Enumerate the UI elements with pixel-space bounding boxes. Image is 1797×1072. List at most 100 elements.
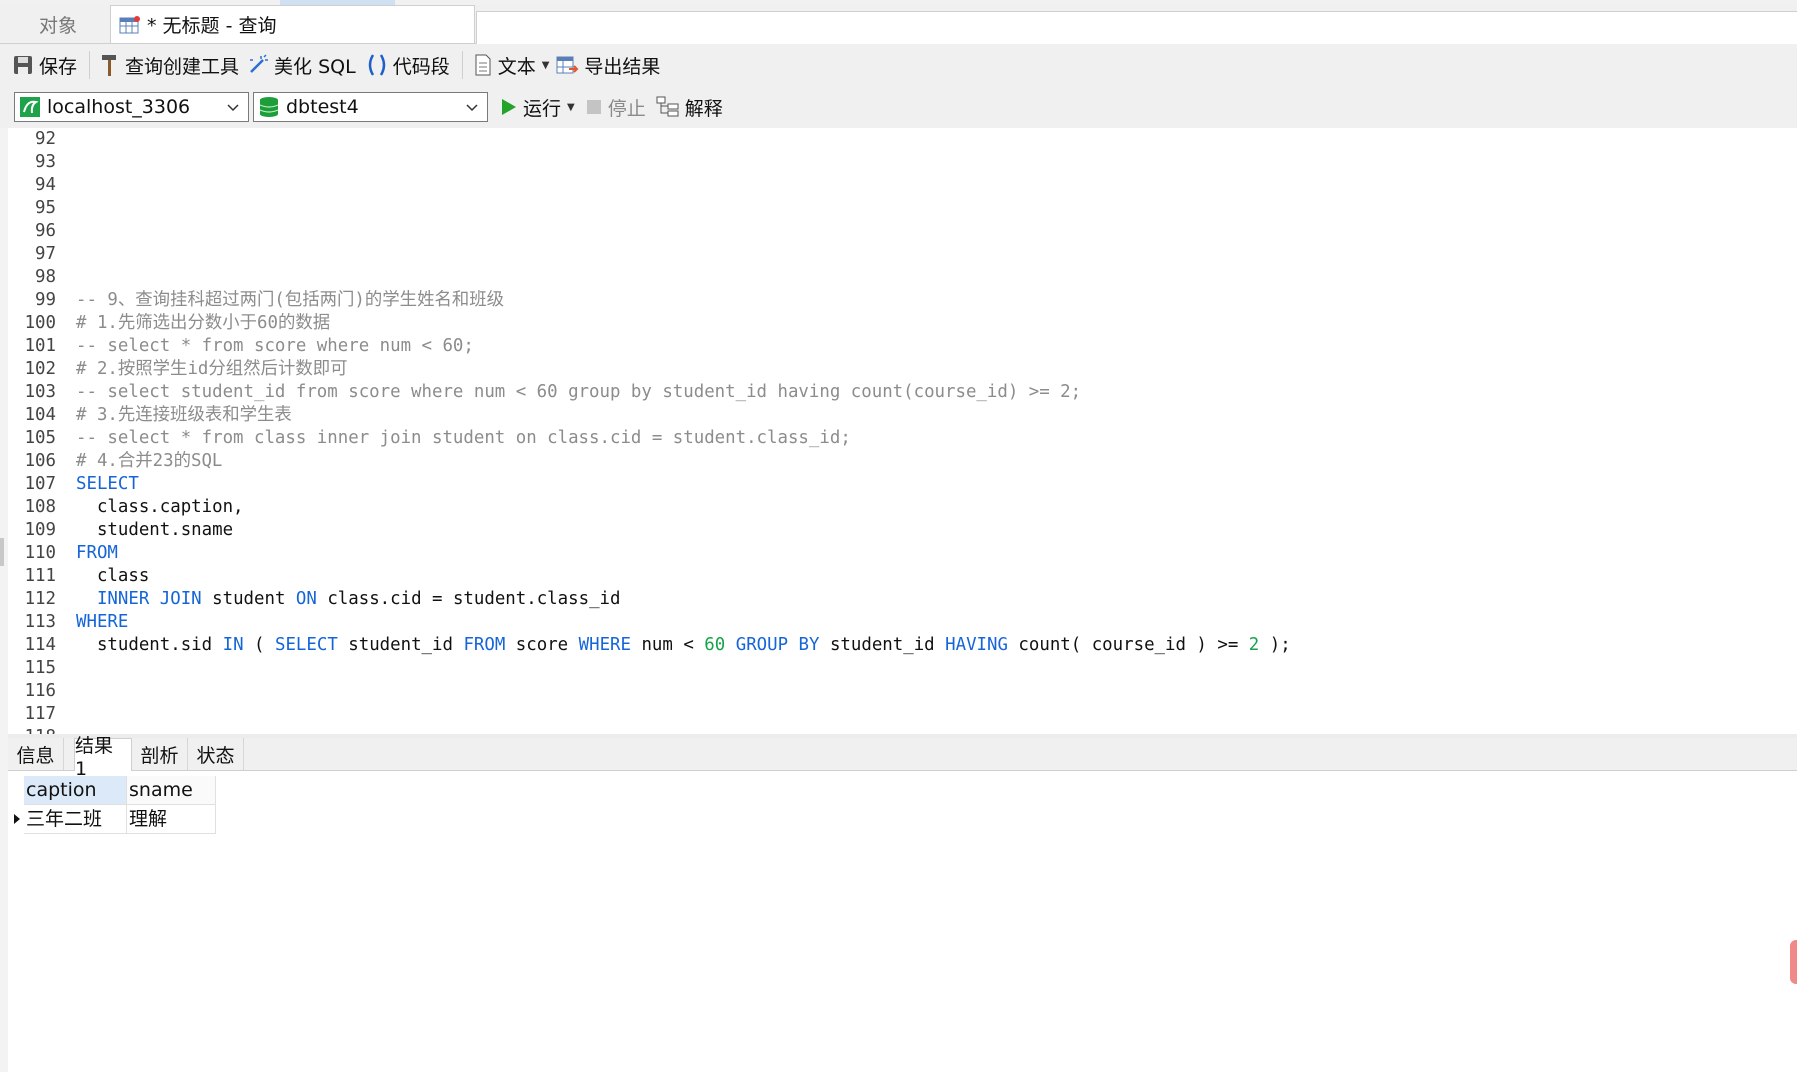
run-dropdown-caret[interactable]: ▼ bbox=[567, 102, 575, 113]
code-line[interactable]: 101 -- select * from score where num < 60… bbox=[8, 335, 474, 358]
code-text: WHERE bbox=[76, 611, 128, 634]
database-select[interactable]: dbtest4 bbox=[253, 92, 488, 122]
code-line[interactable]: 96 bbox=[8, 220, 56, 243]
code-line[interactable]: 112 INNER JOIN student ON class.cid = st… bbox=[8, 588, 621, 611]
column-header-sname[interactable]: sname bbox=[127, 776, 216, 805]
code-line[interactable]: 105 -- select * from class inner join stu… bbox=[8, 427, 851, 450]
code-line[interactable]: 98 bbox=[8, 266, 56, 289]
code-line[interactable]: 100 # 1.先筛选出分数小于60的数据 bbox=[8, 312, 331, 335]
code-token: score bbox=[505, 635, 579, 655]
line-number: 92 bbox=[35, 129, 56, 149]
grid-corner bbox=[8, 776, 24, 805]
code-line[interactable]: 92 bbox=[8, 128, 56, 151]
result-tab-bar: 信息 结果 1 剖析 状态 bbox=[8, 735, 1797, 780]
column-header-caption[interactable]: caption bbox=[24, 776, 127, 805]
line-number: 116 bbox=[24, 681, 56, 701]
code-text: student.sname bbox=[76, 519, 233, 542]
code-line[interactable]: 114 student.sid IN ( SELECT student_id F… bbox=[8, 634, 1291, 657]
result-grid[interactable]: caption sname 三年二班 理解 bbox=[8, 776, 216, 834]
tab-profile[interactable]: 剖析 bbox=[132, 738, 188, 770]
line-number: 101 bbox=[24, 336, 56, 356]
code-line[interactable]: 110 FROM bbox=[8, 542, 118, 565]
code-line[interactable]: 99 -- 9、查询挂科超过两门(包括两门)的学生姓名和班级 bbox=[8, 289, 504, 312]
query-builder-button[interactable]: 查询创建工具 bbox=[100, 52, 239, 79]
code-line[interactable]: 115 bbox=[8, 657, 56, 680]
code-line[interactable]: 94 bbox=[8, 174, 56, 197]
code-line[interactable]: 103 -- select student_id from score where… bbox=[8, 381, 1082, 404]
cell-sname[interactable]: 理解 bbox=[127, 805, 216, 834]
code-text: # 3.先连接班级表和学生表 bbox=[76, 404, 292, 427]
explain-label: 解释 bbox=[684, 97, 723, 120]
code-line[interactable]: 107 SELECT bbox=[8, 473, 139, 496]
tab-status[interactable]: 状态 bbox=[188, 738, 244, 770]
connection-select[interactable]: localhost_3306 bbox=[14, 92, 249, 122]
code-line[interactable]: 93 bbox=[8, 151, 56, 174]
code-token: GROUP BY bbox=[735, 635, 820, 655]
code-token: ( bbox=[243, 635, 275, 655]
tab-objects[interactable]: 对象 bbox=[8, 5, 108, 43]
row-selector[interactable] bbox=[8, 805, 24, 834]
beautify-sql-button[interactable]: 美化 SQL bbox=[247, 52, 356, 79]
query-table-icon bbox=[119, 15, 141, 35]
play-icon bbox=[502, 99, 516, 115]
code-line[interactable]: 113 WHERE bbox=[8, 611, 129, 634]
code-token: class bbox=[76, 566, 150, 586]
cell-caption[interactable]: 三年二班 bbox=[24, 805, 127, 834]
code-line[interactable]: 104 # 3.先连接班级表和学生表 bbox=[8, 404, 292, 427]
code-line[interactable]: 111 class bbox=[8, 565, 150, 588]
code-line[interactable]: 106 # 4.合并23的SQL bbox=[8, 450, 223, 473]
code-token: HAVING bbox=[945, 635, 1008, 655]
code-line[interactable]: 118 bbox=[8, 726, 56, 734]
code-line[interactable]: 95 bbox=[8, 197, 56, 220]
table-row[interactable]: 三年二班 理解 bbox=[8, 805, 216, 834]
line-number: 112 bbox=[24, 589, 56, 609]
stop-button[interactable]: 停止 bbox=[585, 94, 646, 121]
tab-query[interactable]: * 无标题 - 查询 bbox=[110, 5, 475, 43]
code-token: class.caption, bbox=[76, 497, 244, 517]
code-line[interactable]: 102 # 2.按照学生id分组然后计数即可 bbox=[8, 358, 348, 381]
sql-editor[interactable]: 92 93 94 95 96 97 98 99 -- 9、查询挂科超过两门(包括两门)的学生姓名… bbox=[8, 128, 1797, 734]
tab-info[interactable]: 信息 bbox=[8, 738, 64, 770]
document-tab-bar: 对象 * 无标题 - 查询 bbox=[0, 5, 1797, 44]
panel-resize-handle[interactable] bbox=[0, 538, 4, 566]
stop-label: 停止 bbox=[607, 97, 646, 120]
line-number: 98 bbox=[35, 267, 56, 287]
code-token: SELECT bbox=[76, 474, 139, 494]
code-line[interactable]: 116 bbox=[8, 680, 56, 703]
toolbar-divider bbox=[89, 51, 91, 79]
line-number: 108 bbox=[24, 497, 56, 517]
explain-button[interactable]: 解释 bbox=[656, 94, 723, 121]
code-text: # 2.按照学生id分组然后计数即可 bbox=[76, 358, 348, 381]
query-builder-label: 查询创建工具 bbox=[125, 55, 240, 78]
text-mode-dropdown-caret[interactable]: ▼ bbox=[542, 60, 550, 71]
code-line[interactable]: 97 bbox=[8, 243, 56, 266]
tab-result-1[interactable]: 结果 1 bbox=[74, 735, 132, 780]
code-token: SELECT bbox=[274, 635, 338, 655]
code-line[interactable]: 109 student.sname bbox=[8, 519, 233, 542]
code-snippet-label: 代码段 bbox=[392, 55, 450, 78]
line-number: 96 bbox=[35, 221, 56, 241]
text-mode-label: 文本 bbox=[497, 55, 536, 78]
line-number: 106 bbox=[24, 451, 56, 471]
save-icon bbox=[14, 56, 32, 74]
line-number: 118 bbox=[8, 726, 56, 734]
line-number: 111 bbox=[24, 566, 56, 586]
main-toolbar: 保存 查询创建工具 美化 SQL 代码段 文本 ▼ 导出结果 bbox=[0, 44, 1797, 86]
magic-wand-icon bbox=[250, 54, 269, 73]
text-mode-button[interactable]: 文本 ▼ bbox=[473, 52, 550, 79]
toolbar-divider bbox=[461, 51, 463, 79]
code-line[interactable]: 117 bbox=[8, 703, 56, 726]
run-button[interactable]: 运行 ▼ bbox=[500, 94, 575, 121]
code-line[interactable]: 108 class.caption, bbox=[8, 496, 244, 519]
code-text: -- select * from score where num < 60; bbox=[76, 335, 474, 358]
side-float-handle[interactable] bbox=[1790, 940, 1797, 984]
code-snippet-button[interactable]: 代码段 bbox=[366, 52, 450, 79]
line-number: 94 bbox=[35, 175, 56, 195]
code-text: -- 9、查询挂科超过两门(包括两门)的学生姓名和班级 bbox=[76, 289, 504, 312]
save-button[interactable]: 保存 bbox=[12, 52, 77, 79]
export-results-button[interactable]: 导出结果 bbox=[555, 52, 660, 79]
left-panel-edge bbox=[0, 128, 8, 1072]
code-token: FROM bbox=[463, 635, 506, 655]
explain-tree-icon bbox=[656, 96, 679, 117]
line-number: 113 bbox=[24, 612, 56, 632]
